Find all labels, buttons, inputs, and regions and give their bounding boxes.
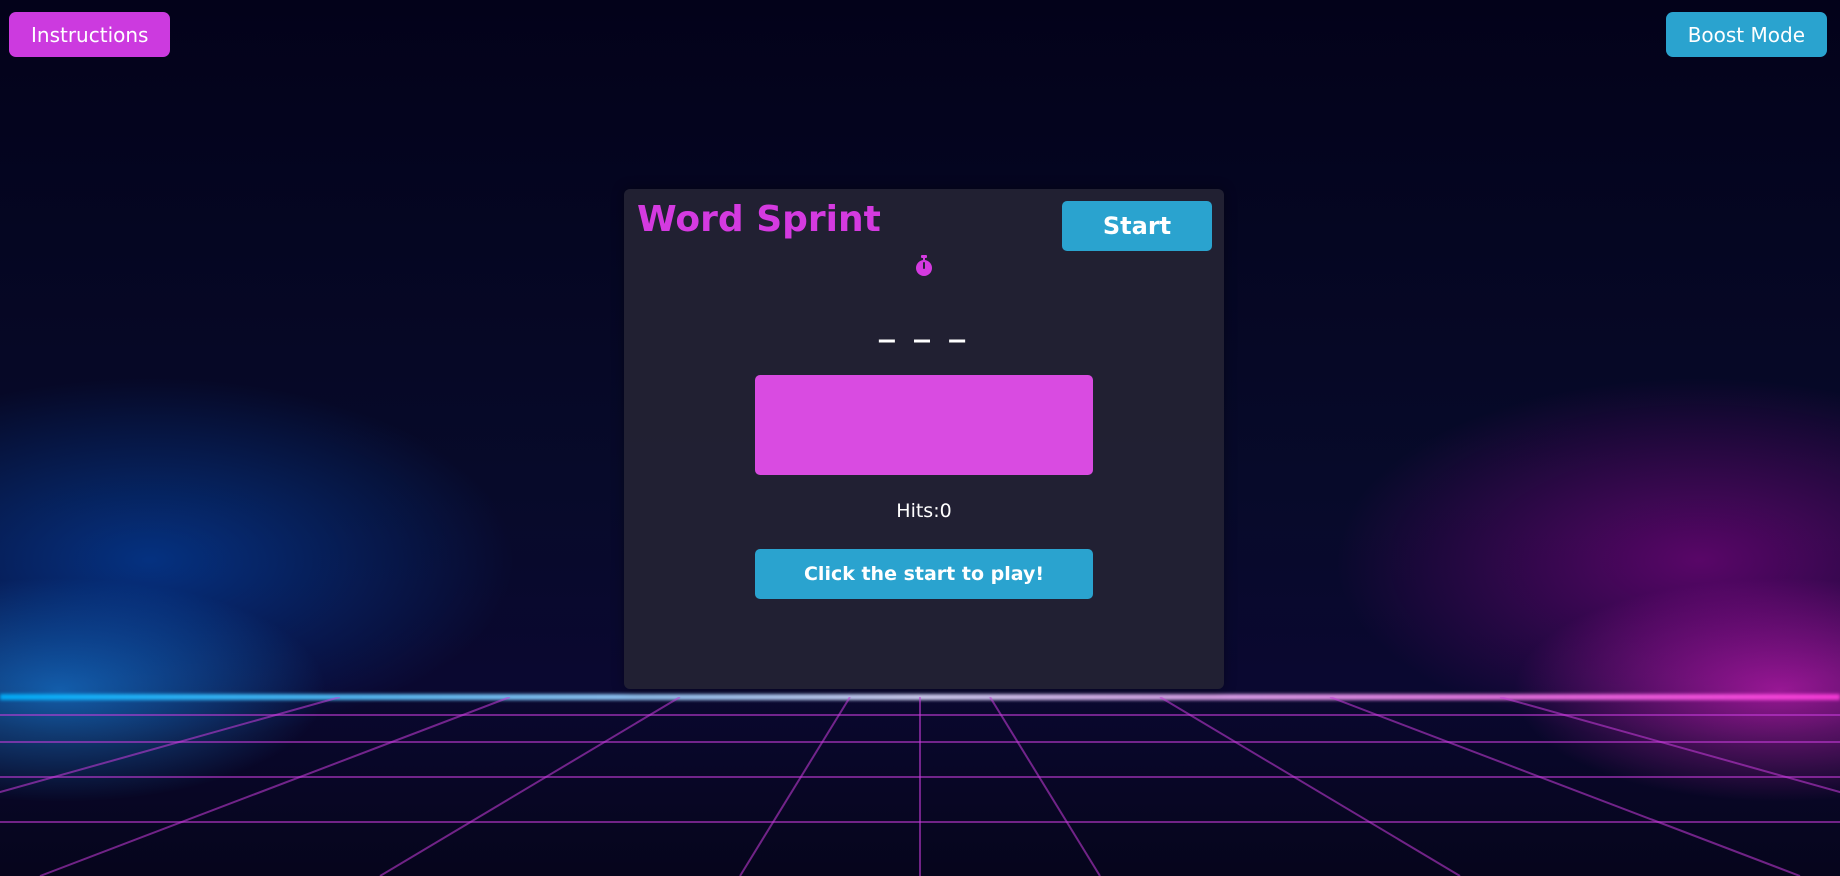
word-display: _ _ _ bbox=[878, 305, 970, 343]
start-button[interactable]: Start bbox=[1062, 201, 1212, 251]
game-card: Word Sprint Start _ _ _ Hits:0 Click the… bbox=[624, 189, 1224, 689]
play-prompt-button[interactable]: Click the start to play! bbox=[755, 549, 1093, 599]
hits-counter: Hits:0 bbox=[624, 500, 1224, 522]
boost-mode-button[interactable]: Boost Mode bbox=[1665, 12, 1827, 57]
perspective-grid bbox=[0, 697, 1840, 876]
word-input[interactable] bbox=[755, 375, 1093, 475]
game-title: Word Sprint bbox=[637, 199, 881, 240]
instructions-button[interactable]: Instructions bbox=[9, 12, 171, 57]
hits-label: Hits: bbox=[896, 500, 940, 522]
hits-value: 0 bbox=[939, 500, 952, 522]
stopwatch-icon bbox=[916, 255, 932, 276]
